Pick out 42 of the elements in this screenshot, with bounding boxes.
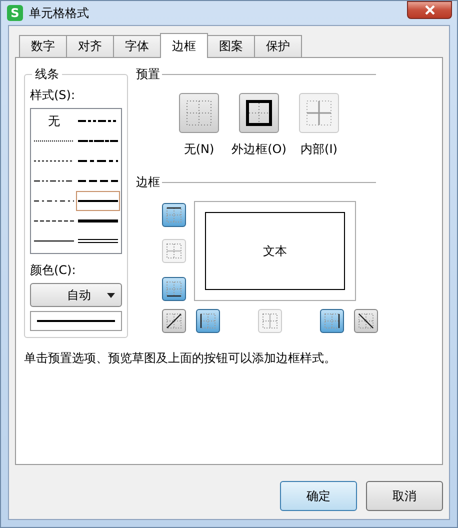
- line-style-option[interactable]: [76, 191, 120, 211]
- preview-text: 文本: [263, 242, 287, 260]
- line-style-option[interactable]: 无: [32, 111, 76, 131]
- tab[interactable]: 保护: [254, 35, 302, 57]
- hint-text: 单击预置选项、预览草图及上面的按钮可以添加边框样式。: [24, 350, 337, 367]
- tab[interactable]: 边框: [160, 33, 208, 58]
- tab[interactable]: 对齐: [66, 35, 114, 57]
- line-sample-icon: [78, 197, 118, 205]
- line-sample-icon: [78, 157, 118, 165]
- group-title: 线条: [34, 66, 60, 83]
- line-sample-icon: [78, 137, 118, 145]
- window-title: 单元格格式: [29, 4, 90, 22]
- line-sample-icon: [37, 319, 115, 323]
- cancel-button[interactable]: 取消: [366, 481, 443, 511]
- preset-label: 无(N): [184, 141, 214, 158]
- border-left-button[interactable]: [196, 309, 220, 333]
- border-right-button[interactable]: [320, 309, 344, 333]
- tab[interactable]: 字体: [113, 35, 161, 57]
- color-dropdown[interactable]: 自动: [30, 283, 122, 307]
- caret-icon: [107, 292, 115, 298]
- tab[interactable]: 数字: [19, 35, 67, 57]
- border-bottom-button[interactable]: [162, 277, 186, 301]
- border-diag-down-button[interactable]: [354, 309, 378, 333]
- border-top-button[interactable]: [162, 203, 186, 227]
- preset-button[interactable]: [239, 93, 279, 133]
- close-icon: [424, 5, 436, 15]
- line-sample-icon: [78, 117, 118, 125]
- app-icon: S: [7, 5, 23, 21]
- border-diag-up-button[interactable]: [162, 309, 186, 333]
- section-title: 边框: [136, 174, 160, 191]
- color-label: 颜色(C):: [30, 262, 77, 279]
- preset-label: 外边框(O): [232, 141, 286, 158]
- line-sample-icon: [78, 237, 118, 245]
- style-label: 样式(S):: [30, 87, 76, 104]
- border-preview[interactable]: 文本: [194, 201, 356, 301]
- tab[interactable]: 图案: [207, 35, 255, 57]
- preset-label: 内部(I): [300, 141, 338, 158]
- section-title: 预置: [136, 66, 160, 83]
- close-button[interactable]: [407, 1, 452, 19]
- ok-button[interactable]: 确定: [280, 481, 357, 511]
- line-sample-icon: [78, 177, 118, 185]
- line-sample-icon: [78, 217, 118, 225]
